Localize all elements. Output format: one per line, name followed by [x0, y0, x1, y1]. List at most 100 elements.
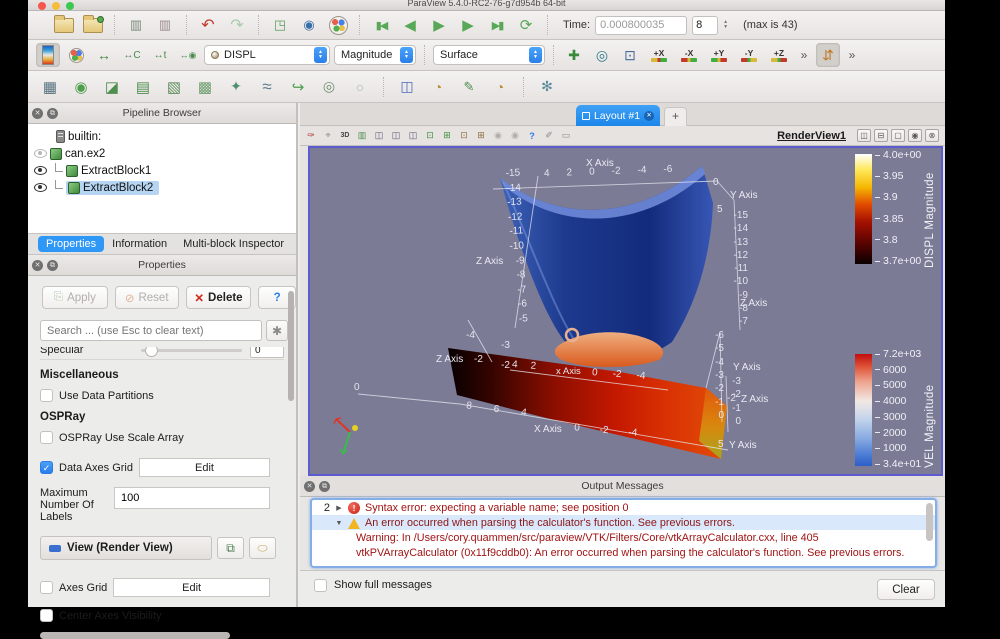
- specular-slider[interactable]: [141, 347, 242, 357]
- rescale-temporal-range-button[interactable]: ↔t: [148, 43, 172, 67]
- export-scene-button[interactable]: ◳: [268, 13, 292, 37]
- tab-information[interactable]: Information: [104, 236, 175, 252]
- pipeline-item-source[interactable]: can.ex2: [28, 145, 296, 162]
- select-frustum-cells-icon[interactable]: ◫: [406, 129, 420, 143]
- last-frame-button[interactable]: ▶▮: [485, 13, 509, 37]
- view-minus-y-button[interactable]: -Y: [736, 44, 762, 66]
- data-axes-grid-edit-button[interactable]: Edit: [138, 458, 270, 477]
- axes-grid-row[interactable]: Axes Grid Edit: [40, 578, 296, 597]
- close-panel-icon[interactable]: ✕: [32, 107, 43, 119]
- play-button[interactable]: ▶: [427, 13, 451, 37]
- search-input[interactable]: [40, 320, 262, 341]
- calculator-filter-button[interactable]: ▦: [38, 75, 62, 99]
- message-row-error[interactable]: 2 ▶ ! Syntax error: expecting a variable…: [312, 500, 935, 515]
- tab-properties[interactable]: Properties: [38, 236, 105, 252]
- scrollbar-thumb[interactable]: [40, 632, 230, 639]
- max-labels-input[interactable]: [114, 487, 270, 509]
- plot-over-line-button[interactable]: ◫: [395, 75, 419, 99]
- message-row-detail-2[interactable]: vtkPVArrayCalculator (0x11f9cddb0): An e…: [312, 545, 935, 560]
- clear-selection-icon[interactable]: ▭: [559, 129, 573, 143]
- pipeline-item-builtin[interactable]: builtin:: [28, 128, 296, 145]
- pipeline-item-filter-2[interactable]: ExtractBlock2: [28, 179, 296, 196]
- float-panel-icon[interactable]: ⧉: [47, 259, 58, 271]
- zoom-to-box-button[interactable]: ⊡: [618, 43, 642, 67]
- maximize-view-icon[interactable]: ▢: [891, 129, 905, 142]
- group-datasets-filter-button[interactable]: ◎: [317, 75, 341, 99]
- displ-colorbar[interactable]: [855, 154, 872, 264]
- view-plus-y-button[interactable]: +Y: [706, 44, 732, 66]
- edit-view-options-icon[interactable]: ✑: [304, 129, 318, 143]
- view-plus-x-button[interactable]: +X: [646, 44, 672, 66]
- checkbox-checked[interactable]: ✓: [40, 461, 53, 474]
- open-file-button[interactable]: [52, 13, 76, 37]
- output-message-list[interactable]: 2 ▶ ! Syntax error: expecting a variable…: [310, 498, 937, 568]
- view-header-box[interactable]: View (Render View): [40, 536, 212, 560]
- hover-cells-icon[interactable]: ◉: [491, 129, 505, 143]
- rotate-camera-90-button[interactable]: ⇵: [816, 43, 840, 67]
- clip-filter-button[interactable]: ◪: [100, 75, 124, 99]
- frame-stepper[interactable]: ▲ ▼: [723, 16, 734, 35]
- layout-tab[interactable]: Layout #1 ✕: [576, 105, 660, 126]
- checkbox-unchecked[interactable]: [40, 609, 53, 622]
- ospray-scale-row[interactable]: OSPRay Use Scale Array: [40, 431, 296, 444]
- split-horizontal-icon[interactable]: ◫: [857, 129, 871, 142]
- new-layout-tab[interactable]: +: [664, 107, 687, 126]
- close-view-icon[interactable]: ⊗: [925, 129, 939, 142]
- selected-item[interactable]: ExtractBlock2: [66, 180, 160, 195]
- visibility-eye-icon[interactable]: [34, 183, 47, 192]
- output-scrollbar[interactable]: [926, 503, 933, 541]
- specular-value-field[interactable]: [250, 347, 284, 358]
- color-palette-button[interactable]: [326, 13, 350, 37]
- axes-grid-edit-button[interactable]: Edit: [113, 578, 270, 597]
- edit-color-map-button[interactable]: [64, 43, 88, 67]
- connect-server-button[interactable]: ▥: [124, 13, 148, 37]
- reset-camera-button[interactable]: ✚: [562, 43, 586, 67]
- next-frame-button[interactable]: ▶: [456, 13, 480, 37]
- pipeline-item-filter-1[interactable]: ExtractBlock1: [28, 162, 296, 179]
- close-panel-icon[interactable]: ✕: [32, 259, 43, 271]
- close-panel-icon[interactable]: ✕: [304, 480, 315, 492]
- extract-group-filter-button[interactable]: ○: [348, 75, 372, 99]
- view-plus-z-button[interactable]: +Z: [766, 44, 792, 66]
- select-cells-through-icon[interactable]: ⊡: [423, 129, 437, 143]
- first-frame-button[interactable]: ▮◀: [369, 13, 393, 37]
- vertical-scrollbar[interactable]: [288, 291, 294, 401]
- rescale-data-range-button[interactable]: ↔: [92, 43, 116, 67]
- message-row-warning[interactable]: ▼ An error occurred when parsing the cal…: [312, 515, 935, 530]
- find-data-button[interactable]: ◉: [297, 13, 321, 37]
- probe-location-button[interactable]: ✻: [535, 75, 559, 99]
- view-minus-x-button[interactable]: -X: [676, 44, 702, 66]
- toolbar-overflow-button[interactable]: »: [796, 43, 812, 67]
- delete-button[interactable]: ✕ Delete: [185, 286, 252, 309]
- copy-properties-icon[interactable]: ⧉: [217, 537, 244, 559]
- camera-undo-icon[interactable]: ▥: [355, 129, 369, 143]
- plot-global-variables-button[interactable]: ◔: [488, 75, 512, 99]
- clear-button[interactable]: Clear: [877, 579, 935, 600]
- checkbox-unchecked[interactable]: [40, 581, 53, 594]
- toolbar-overflow-button-2[interactable]: »: [844, 43, 860, 67]
- slider-knob[interactable]: [145, 347, 159, 357]
- rescale-visible-range-button[interactable]: ↔◉: [176, 43, 200, 67]
- slice-filter-button[interactable]: ▤: [131, 75, 155, 99]
- warp-filter-button[interactable]: ↪: [286, 75, 310, 99]
- checkbox-unchecked[interactable]: [40, 389, 53, 402]
- time-input[interactable]: [595, 15, 688, 35]
- plot-selection-over-time-button[interactable]: ◔: [426, 75, 450, 99]
- expand-arrow-icon[interactable]: ▶: [335, 504, 343, 512]
- representation-select[interactable]: Surface ▲ ▼: [433, 45, 545, 65]
- select-points-through-icon[interactable]: ⊞: [440, 129, 454, 143]
- zoom-to-data-button[interactable]: ◎: [590, 43, 614, 67]
- selection-help-icon[interactable]: ?: [525, 129, 539, 143]
- glyph-filter-button[interactable]: ✦: [224, 75, 248, 99]
- float-panel-icon[interactable]: ⧉: [47, 107, 58, 119]
- extract-subset-filter-button[interactable]: ▩: [193, 75, 217, 99]
- adjust-camera-icon[interactable]: ⌖: [321, 129, 335, 143]
- render-view-name[interactable]: RenderView1: [777, 130, 846, 142]
- redo-button[interactable]: ↷: [225, 13, 249, 37]
- render-view[interactable]: X Axis 4 2 0 -2 -4 -6 -15 -14 -13 -12 -11 -10 -9 -8-…: [308, 146, 943, 476]
- threshold-filter-button[interactable]: ▧: [162, 75, 186, 99]
- toggle-3d-icon[interactable]: 3D: [338, 129, 352, 143]
- visibility-eye-icon[interactable]: [34, 149, 47, 158]
- close-tab-icon[interactable]: ✕: [644, 110, 655, 121]
- message-row-detail[interactable]: Warning: In /Users/cory.quammen/src/para…: [312, 530, 935, 545]
